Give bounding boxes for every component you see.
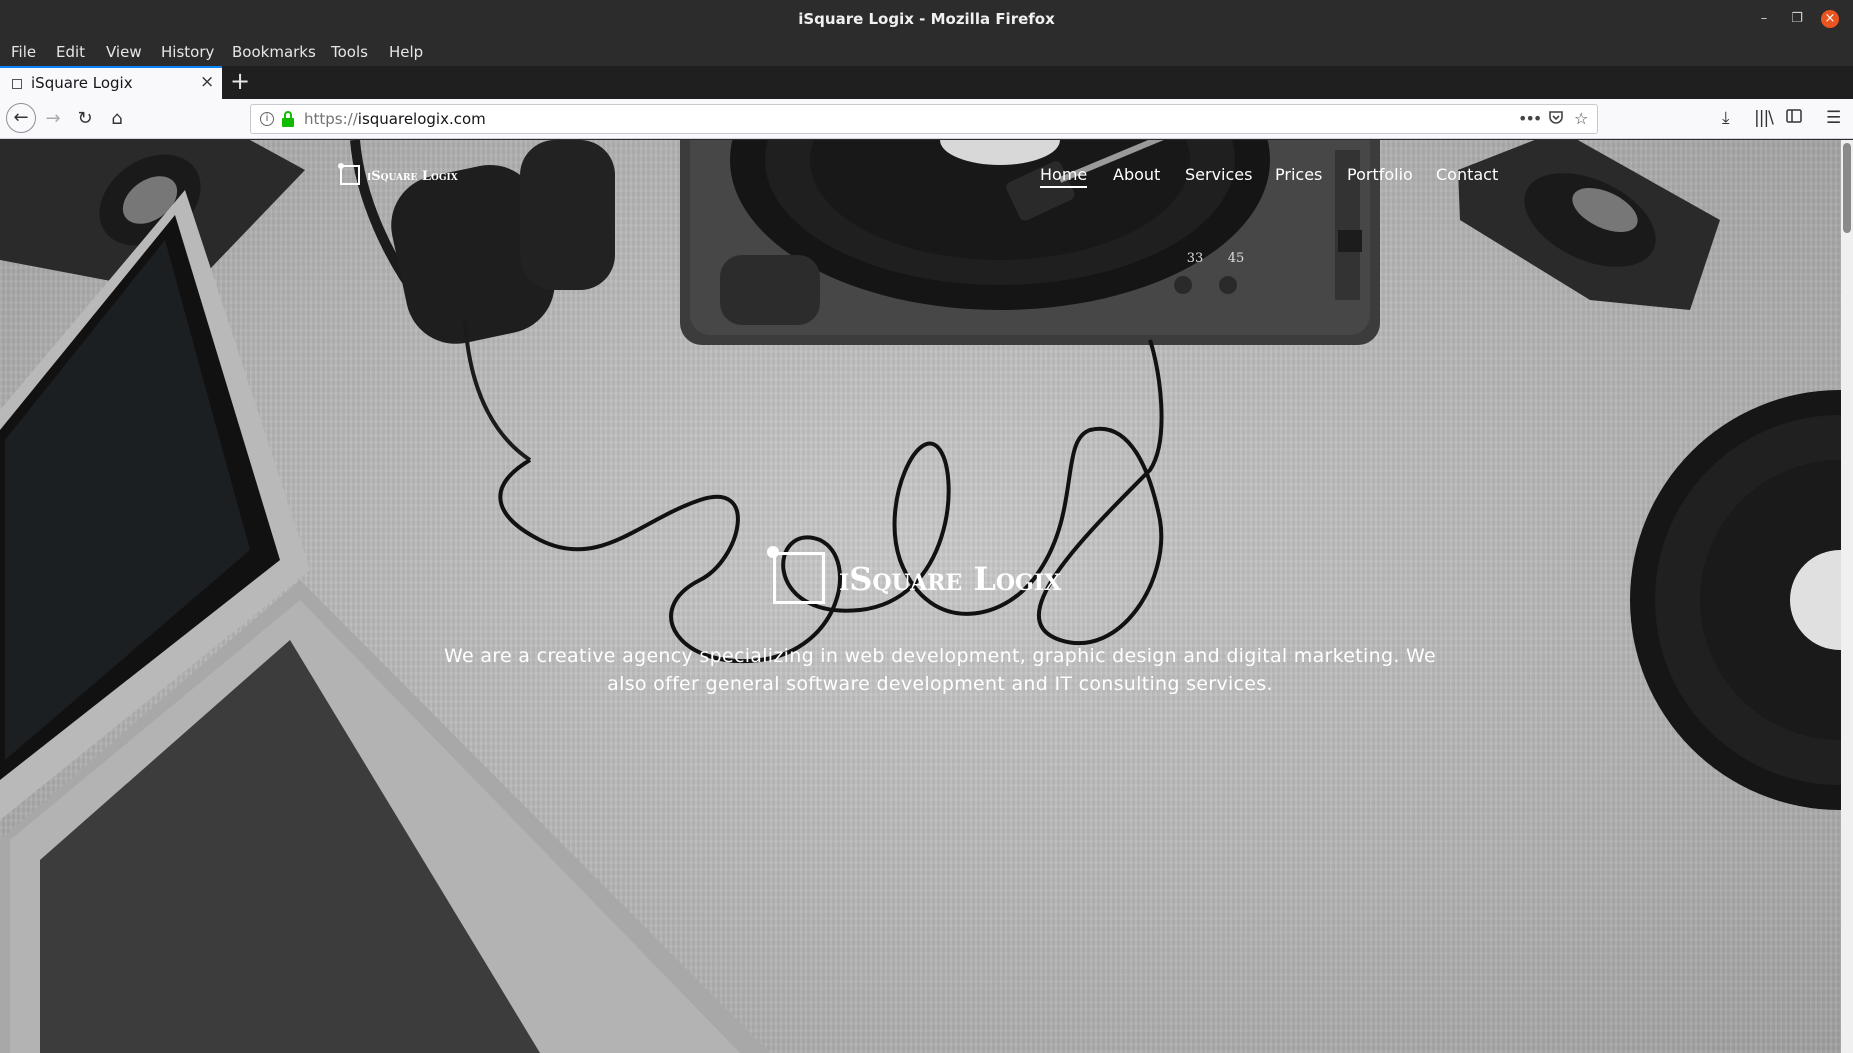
nav-services[interactable]: Services xyxy=(1185,165,1252,184)
nav-prices[interactable]: Prices xyxy=(1275,165,1322,184)
bookmark-star-icon[interactable]: ☆ xyxy=(1574,109,1588,128)
menu-tools[interactable]: Tools xyxy=(331,43,368,61)
minimize-icon[interactable]: – xyxy=(1755,10,1773,28)
close-window-icon[interactable]: × xyxy=(1821,10,1839,28)
menu-file[interactable]: File xyxy=(11,43,36,61)
window-titlebar: iSquare Logix - Mozilla Firefox – ❐ × xyxy=(0,0,1853,38)
navigation-toolbar: ← → ↻ ⌂ i https://isquarelogix.com ••• ☆… xyxy=(0,99,1853,139)
new-tab-icon[interactable]: + xyxy=(230,67,250,95)
logo-square-icon xyxy=(338,163,360,185)
hero-description: We are a creative agency specializing in… xyxy=(444,645,1436,695)
nav-home[interactable]: Home xyxy=(1040,165,1088,188)
url-bar[interactable]: i https://isquarelogix.com ••• ☆ xyxy=(250,104,1598,134)
headphone-cable xyxy=(498,339,1164,664)
menu-help[interactable]: Help xyxy=(389,43,423,61)
scrollbar-thumb[interactable] xyxy=(1843,143,1851,233)
menu-history[interactable]: History xyxy=(161,43,214,61)
home-icon[interactable]: ⌂ xyxy=(105,107,129,131)
url-text[interactable]: https://isquarelogix.com xyxy=(304,110,486,128)
page-scrollbar[interactable] xyxy=(1841,140,1853,1053)
library-icon[interactable]: |||\ xyxy=(1754,108,1774,128)
nav-portfolio[interactable]: Portfolio xyxy=(1347,165,1413,184)
nav-contact[interactable]: Contact xyxy=(1436,165,1498,184)
speed-45-label: 45 xyxy=(1228,251,1245,266)
forward-icon[interactable]: → xyxy=(41,107,65,131)
tab-label: iSquare Logix xyxy=(31,74,133,92)
page-viewport: 33 45 iSquare Logix Home About Services … xyxy=(0,140,1853,1053)
pocket-icon[interactable] xyxy=(1548,109,1564,129)
laptop xyxy=(0,190,770,1053)
menu-edit[interactable]: Edit xyxy=(56,43,85,61)
menu-bookmarks[interactable]: Bookmarks xyxy=(232,43,316,61)
nav-about[interactable]: About xyxy=(1113,165,1160,184)
close-icon[interactable]: × xyxy=(200,72,214,92)
site-logo-text: iSquare Logix xyxy=(367,169,458,184)
hero-logo-text: iSquare Logix xyxy=(839,560,1062,598)
download-icon[interactable]: ⤓ xyxy=(1722,108,1730,128)
headphones xyxy=(350,140,615,462)
sidebar-icon[interactable] xyxy=(1786,108,1802,128)
lock-icon[interactable] xyxy=(282,111,294,127)
menu-bar: File Edit View History Bookmarks Tools H… xyxy=(0,38,1853,66)
window-title: iSquare Logix - Mozilla Firefox xyxy=(798,10,1055,28)
speed-33-label: 33 xyxy=(1187,251,1204,266)
info-icon[interactable]: i xyxy=(260,112,274,126)
tab-isquare-logix[interactable]: iSquare Logix × xyxy=(0,66,222,99)
vinyl-record xyxy=(1630,390,1841,810)
page-actions-icon[interactable]: ••• xyxy=(1518,109,1542,128)
tab-strip: iSquare Logix × + xyxy=(0,66,1853,99)
back-icon[interactable]: ← xyxy=(6,103,36,133)
hero-logo-square-icon xyxy=(767,546,825,604)
reload-icon[interactable]: ↻ xyxy=(73,107,97,131)
menu-icon[interactable]: ☰ xyxy=(1826,108,1841,128)
page-icon xyxy=(12,79,22,89)
menu-view[interactable]: View xyxy=(106,43,142,61)
maximize-icon[interactable]: ❐ xyxy=(1788,10,1806,28)
